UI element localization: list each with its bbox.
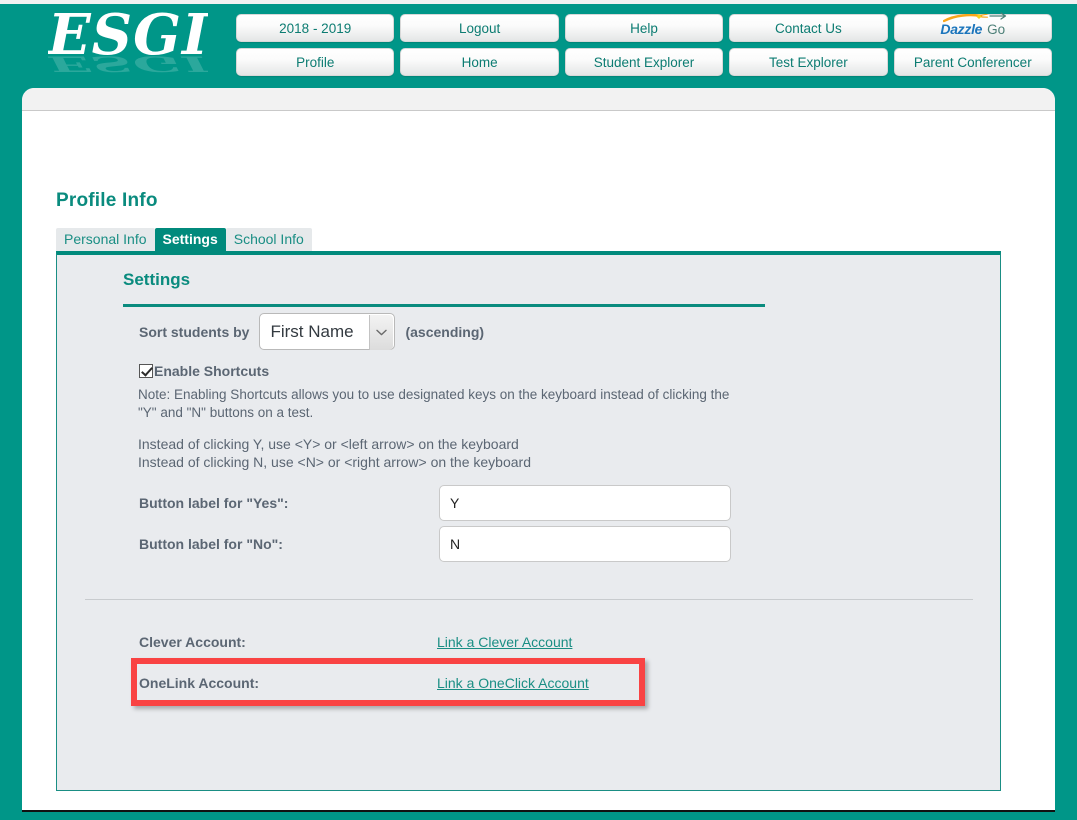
nav-dazzle-go[interactable]: Dazzle Go [893, 11, 1052, 42]
nav-profile-label: Profile [296, 54, 335, 70]
sort-direction-label: (ascending) [405, 323, 485, 340]
page-title: Profile Info [56, 190, 158, 211]
profile-tabs: Personal Info Settings School Info [56, 228, 312, 251]
nav-logout[interactable]: Logout [400, 14, 559, 42]
dazzle-logo: Dazzle [940, 14, 989, 37]
nav-student-explorer[interactable]: Student Explorer [564, 48, 724, 76]
tab-school-info-label: School Info [233, 231, 304, 247]
nav-school-year[interactable]: 2018 - 2019 [236, 14, 395, 42]
link-clever-account-link[interactable]: Link a Clever Account [437, 634, 572, 650]
tab-settings-label: Settings [162, 231, 218, 247]
esgi-logo-reflection: ESGI [48, 51, 208, 77]
chevron-down-icon[interactable] [369, 315, 394, 350]
yes-label-field-row: Button label for "Yes": [139, 485, 731, 521]
onelink-account-row: OneLink Account: Link a OneClick Account [139, 675, 589, 691]
arrow-right-icon [989, 11, 1007, 20]
clever-account-row: Clever Account: Link a Clever Account [139, 634, 572, 650]
dazzle-label: Dazzle [940, 21, 983, 37]
sort-students-select[interactable]: First Name [259, 313, 396, 350]
sort-students-label: Sort students by [139, 323, 250, 340]
no-button-input[interactable] [439, 526, 731, 562]
dazzle-go-label: Go [987, 21, 1006, 37]
clever-account-label: Clever Account: [139, 634, 246, 650]
nav-contact-us-label: Contact Us [775, 20, 842, 36]
settings-panel: Settings Sort students by First Name (as… [56, 251, 1001, 791]
nav-test-explorer-label: Test Explorer [769, 54, 848, 70]
nav-student-explorer-label: Student Explorer [593, 54, 695, 70]
link-oneclick-account-link[interactable]: Link a OneClick Account [437, 675, 589, 691]
nav-contact-us[interactable]: Contact Us [729, 14, 888, 42]
shortcuts-note: Note: Enabling Shortcuts allows you to u… [138, 387, 730, 420]
onelink-account-label: OneLink Account: [139, 675, 260, 691]
yes-button-input[interactable] [439, 485, 731, 521]
tab-personal-info-label: Personal Info [64, 231, 147, 247]
tab-personal-info[interactable]: Personal Info [56, 228, 155, 251]
settings-heading: Settings [123, 270, 191, 289]
no-label-field-row: Button label for "No": [139, 526, 731, 562]
tab-settings[interactable]: Settings [154, 228, 226, 251]
sort-students-value: First Name [270, 321, 354, 341]
shortcuts-instructions: Instead of clicking Y, use <Y> or <left … [138, 435, 738, 471]
nav-parent-conferencer[interactable]: Parent Conferencer [893, 48, 1052, 76]
app-header: ESGI ESGI 2018 - 2019 Logout Help Contac… [0, 4, 1077, 86]
sort-students-row: Sort students by First Name (ascending) [139, 313, 484, 350]
section-divider [85, 599, 973, 600]
dazzle-go: Go [987, 11, 1007, 37]
esgi-logo: ESGI ESGI [48, 6, 208, 86]
nav-help[interactable]: Help [564, 14, 724, 42]
nav-logout-label: Logout [458, 20, 501, 36]
nav-profile[interactable]: Profile [236, 48, 395, 76]
enable-shortcuts-label: Enable Shortcuts [154, 363, 270, 379]
nav-home-label: Home [461, 54, 498, 70]
nav-school-year-label: 2018 - 2019 [279, 20, 352, 36]
main-navigation: 2018 - 2019 Logout Help Contact Us Dazzl… [236, 11, 1052, 76]
shortcut-line-yes: Instead of clicking Y, use <Y> or <left … [138, 436, 519, 452]
nav-test-explorer[interactable]: Test Explorer [729, 48, 888, 76]
page-top-bar [22, 88, 1055, 111]
shortcut-line-no: Instead of clicking N, use <N> or <right… [138, 454, 531, 470]
nav-help-label: Help [630, 20, 658, 36]
page-container: Profile Info Personal Info Settings Scho… [22, 88, 1055, 812]
enable-shortcuts-checkbox[interactable] [139, 364, 153, 378]
tab-school-info[interactable]: School Info [225, 228, 312, 251]
no-button-label: Button label for "No": [139, 536, 283, 552]
chevron-down-glyph [376, 329, 388, 336]
enable-shortcuts-row: Enable Shortcuts [139, 363, 269, 379]
nav-parent-conferencer-label: Parent Conferencer [913, 54, 1032, 70]
yes-button-label: Button label for "Yes": [139, 495, 289, 511]
settings-heading-rule [123, 304, 765, 307]
nav-home[interactable]: Home [400, 48, 559, 76]
